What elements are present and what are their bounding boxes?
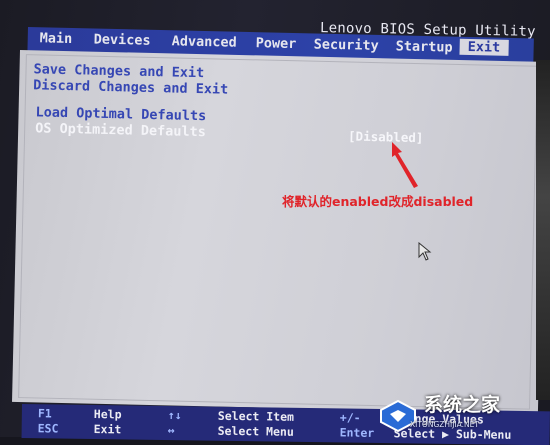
annotation-arrow-icon	[392, 142, 418, 188]
footer-key-enter: Enter	[339, 425, 375, 440]
watermark-text: 系统之家	[424, 394, 501, 416]
tab-devices[interactable]: Devices	[94, 31, 151, 48]
tab-advanced[interactable]: Advanced	[172, 33, 237, 50]
tab-power[interactable]: Power	[256, 35, 297, 52]
footer-key-plusminus: +/-	[339, 410, 361, 425]
footer-key-esc: ESC	[37, 421, 59, 436]
screen-edge	[536, 60, 550, 400]
tab-startup[interactable]: Startup	[395, 38, 452, 55]
footer-key-leftright: ↔	[167, 423, 175, 438]
tab-exit[interactable]: Exit	[459, 38, 509, 56]
footer-desc-exit: Exit	[93, 422, 122, 437]
annotation-text: 将默认的enabled改成disabled	[282, 194, 474, 209]
bios-screen: Lenovo BIOS Setup Utility Main Devices A…	[0, 0, 550, 445]
tab-security[interactable]: Security	[313, 36, 378, 53]
footer-desc-help: Help	[93, 407, 122, 422]
tab-main[interactable]: Main	[40, 30, 73, 47]
exit-menu-panel: Save Changes and Exit Discard Changes an…	[12, 50, 546, 414]
mouse-cursor-icon	[418, 242, 432, 261]
footer-desc-select-item: Select Item	[217, 408, 295, 424]
footer-key-updown: ↑↓	[167, 408, 182, 423]
watermark-url: XITONGZHIJIA.NET	[410, 420, 479, 429]
footer-key-f1: F1	[37, 406, 52, 421]
